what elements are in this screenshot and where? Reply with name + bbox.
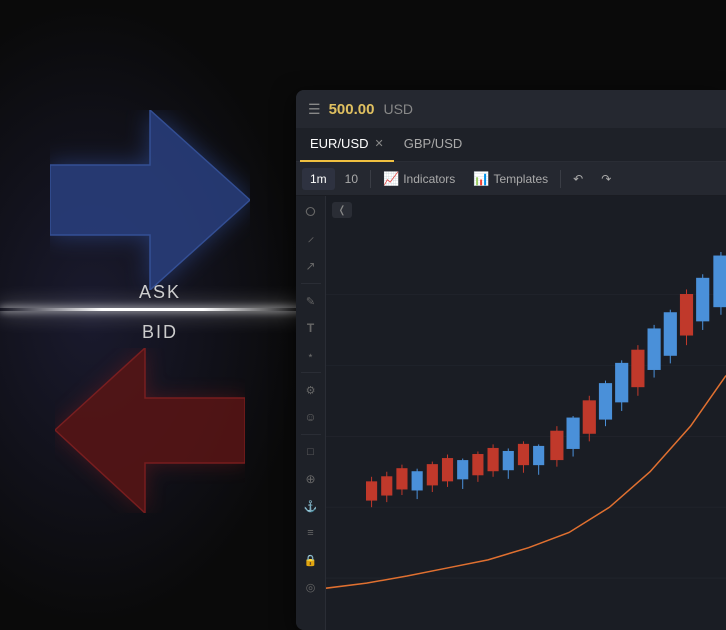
eye-icon: ◎	[306, 581, 316, 594]
redo-btn[interactable]: ↷	[593, 168, 619, 190]
undo-icon: ↶	[573, 172, 583, 186]
text-tool[interactable]: T	[299, 316, 323, 340]
panel-header: ☰ 500.00 USD	[296, 90, 726, 128]
tab-eurusd-label: EUR/USD	[310, 136, 369, 151]
lock-tool[interactable]: 🔒	[299, 548, 323, 572]
crosshair-icon: ⭘	[305, 204, 315, 220]
indicators-label: Indicators	[403, 172, 455, 186]
emoji-icon: ☺	[304, 410, 316, 424]
pen-icon: ✎	[306, 295, 315, 308]
trading-panel: ☰ 500.00 USD EUR/USD ✕ GBP/USD 1m 10 📈 I…	[296, 90, 726, 630]
timeframe-10-label: 10	[345, 172, 358, 186]
eye-tool[interactable]: ◎	[299, 575, 323, 599]
text-icon: T	[307, 321, 314, 335]
tab-eurusd[interactable]: EUR/USD ✕	[300, 128, 394, 162]
ray-icon: ↗	[305, 259, 315, 273]
chart-svg	[326, 196, 726, 630]
timeframe-10-btn[interactable]: 10	[337, 168, 366, 190]
crosshair-tool[interactable]: ⭘	[299, 200, 323, 224]
indicators-icon: 📈	[383, 171, 399, 187]
indicators-btn[interactable]: 📈 Indicators	[375, 167, 463, 191]
redo-icon: ↷	[601, 172, 611, 186]
templates-btn[interactable]: 📊 Templates	[465, 167, 556, 191]
chart-canvas[interactable]: ❬	[326, 196, 726, 630]
toolbar-sep-1	[370, 170, 371, 188]
lock-icon: 🔒	[304, 554, 318, 567]
settings-icon: ⚙	[306, 384, 316, 397]
node-icon: ⋆	[307, 349, 314, 362]
ask-arrow	[50, 110, 250, 295]
pen-tool[interactable]: ✎	[299, 289, 323, 313]
ruler-icon: □	[307, 446, 314, 458]
node-tool[interactable]: ⋆	[299, 343, 323, 367]
chart-area: ⭘ ‒ ↗ ✎ T ⋆ ⚙ ☺	[296, 196, 726, 630]
tool-sep-1	[301, 283, 321, 284]
tool-sep-2	[301, 372, 321, 373]
ask-label: ASK	[100, 282, 220, 303]
brush-tool[interactable]: ≡	[299, 521, 323, 545]
toolbar: 1m 10 📈 Indicators 📊 Templates ↶ ↷	[296, 162, 726, 196]
emoji-tool[interactable]: ☺	[299, 405, 323, 429]
background-left	[0, 0, 305, 628]
brush-icon: ≡	[307, 527, 313, 539]
zoom-tool[interactable]: ⊕	[299, 467, 323, 491]
anchor-tool[interactable]: ⚓	[299, 494, 323, 518]
templates-icon: 📊	[473, 171, 489, 187]
anchor-icon: ⚓	[304, 500, 318, 513]
menu-icon[interactable]: ☰	[308, 101, 321, 118]
bid-label: BID	[100, 322, 220, 343]
ruler-tool[interactable]: □	[299, 440, 323, 464]
line-tool[interactable]: ‒	[299, 227, 323, 251]
ask-bid-divider	[0, 308, 305, 311]
chart-tools: ⭘ ‒ ↗ ✎ T ⋆ ⚙ ☺	[296, 196, 326, 630]
tool-sep-3	[301, 434, 321, 435]
bid-arrow	[55, 348, 245, 518]
line-icon: ‒	[303, 232, 318, 247]
tabs-bar: EUR/USD ✕ GBP/USD	[296, 128, 726, 162]
timeframe-1m-label: 1m	[310, 172, 327, 186]
tab-gbpusd[interactable]: GBP/USD	[394, 128, 473, 162]
timeframe-1m-btn[interactable]: 1m	[302, 168, 335, 190]
currency-label: USD	[383, 101, 413, 117]
settings-tool[interactable]: ⚙	[299, 378, 323, 402]
ray-tool[interactable]: ↗	[299, 254, 323, 278]
templates-label: Templates	[493, 172, 548, 186]
tab-gbpusd-label: GBP/USD	[404, 136, 463, 151]
toolbar-sep-2	[560, 170, 561, 188]
undo-btn[interactable]: ↶	[565, 168, 591, 190]
balance-amount: 500.00	[329, 101, 375, 118]
zoom-icon: ⊕	[305, 472, 315, 486]
tab-eurusd-close[interactable]: ✕	[375, 137, 384, 150]
